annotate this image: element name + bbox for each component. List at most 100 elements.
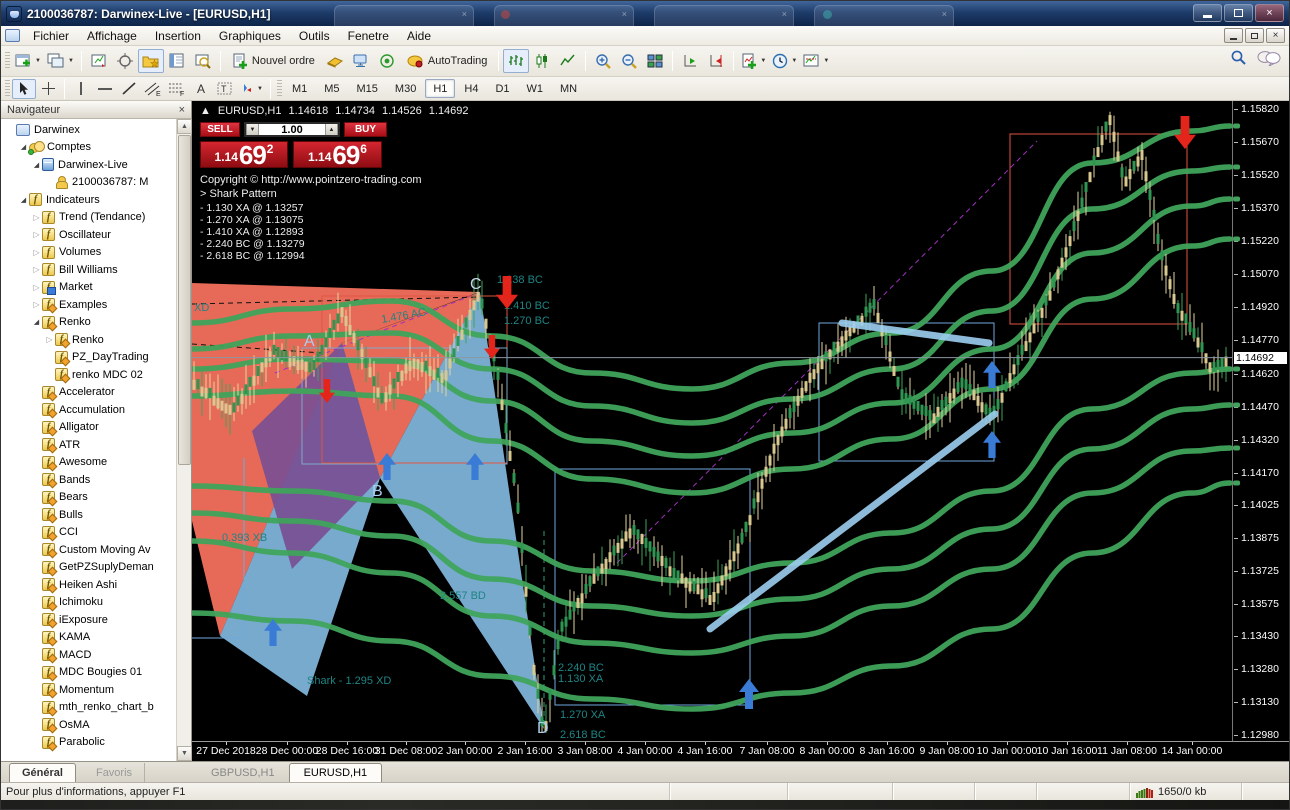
new-chart-button[interactable]: ▼ [12, 49, 44, 73]
autotrading-button[interactable]: AutoTrading [400, 49, 495, 73]
expanded-icon[interactable]: ◢ [18, 196, 29, 204]
tree-item-mth-renko-chart-b[interactable]: fmth_renko_chart_b [1, 699, 191, 717]
tree-item-renko[interactable]: ▷fRenko [1, 331, 191, 349]
tree-item-volumes[interactable]: ▷fVolumes [1, 244, 191, 262]
tree-item-awesome[interactable]: fAwesome [1, 454, 191, 472]
tree-item-ichimoku[interactable]: fIchimoku [1, 594, 191, 612]
time-axis[interactable]: 27 Dec 201828 Dec 00:0028 Dec 16:0031 De… [192, 741, 1289, 761]
tree-item-examples[interactable]: ▷fExamples [1, 296, 191, 314]
child-restore-button[interactable] [1245, 28, 1264, 43]
chart-canvas[interactable]: 1.476 AC0.393 XBShark - 1.295 XD2.557 BD… [192, 101, 1232, 741]
tree-item-comptes[interactable]: ◢Comptes [1, 139, 191, 157]
navigator-scrollbar[interactable]: ▲ ▼ [176, 119, 191, 761]
scroll-down-icon[interactable]: ▼ [177, 746, 192, 761]
menu-item-graphiques[interactable]: Graphiques [210, 28, 290, 44]
data-window-button[interactable] [164, 49, 190, 73]
cursor-tool-button[interactable] [12, 79, 36, 99]
chart-tab-gbpusd-h1[interactable]: GBPUSD,H1 [197, 763, 289, 782]
tree-item-heiken-ashi[interactable]: fHeiken Ashi [1, 576, 191, 594]
tree-item-market[interactable]: ▷fMarket [1, 279, 191, 297]
volume-up-icon[interactable]: ▲ [325, 124, 338, 135]
navigator-close-icon[interactable]: × [179, 104, 185, 116]
child-close-button[interactable]: × [1266, 28, 1285, 43]
volume-value[interactable]: 1.00 [259, 124, 325, 135]
text-tool-button[interactable]: A [189, 79, 213, 99]
navigator-tab-g-n-ral[interactable]: Général [9, 763, 76, 782]
buy-button[interactable]: BUY [344, 122, 387, 137]
tree-item-cci[interactable]: fCCI [1, 524, 191, 542]
collapsed-icon[interactable]: ▷ [31, 230, 42, 239]
timeframe-mn[interactable]: MN [552, 79, 585, 98]
maximize-button[interactable] [1224, 4, 1253, 22]
tree-item-atr[interactable]: fATR [1, 436, 191, 454]
timeframe-m1[interactable]: M1 [284, 79, 315, 98]
chart-menu-icon[interactable] [5, 29, 20, 42]
chart-shift-button[interactable] [703, 49, 729, 73]
tree-item-custom-moving-av[interactable]: fCustom Moving Av [1, 541, 191, 559]
bar-chart-mode-button[interactable] [503, 49, 529, 73]
collapsed-icon[interactable]: ▷ [31, 300, 42, 309]
text-label-tool-button[interactable]: T [213, 79, 237, 99]
search-icon[interactable] [1230, 49, 1247, 66]
close-button[interactable]: × [1255, 4, 1284, 22]
collapsed-icon[interactable]: ▷ [31, 265, 42, 274]
tree-item-renko-mdc-02[interactable]: frenko MDC 02 [1, 366, 191, 384]
timeframe-d1[interactable]: D1 [487, 79, 517, 98]
timeframe-m5[interactable]: M5 [316, 79, 347, 98]
navigator-toggle-button[interactable]: ★ [138, 49, 164, 73]
collapsed-icon[interactable]: ▷ [31, 213, 42, 222]
indicators-button[interactable]: ▼ [738, 49, 769, 73]
trendline-tool-button[interactable] [117, 79, 141, 99]
tick-chart-button[interactable] [86, 49, 112, 73]
tree-item-indicateurs[interactable]: ◢fIndicateurs [1, 191, 191, 209]
navigator-header[interactable]: Navigateur × [1, 101, 191, 119]
zoom-in-button[interactable] [590, 49, 616, 73]
tree-item-parabolic[interactable]: fParabolic [1, 734, 191, 752]
volume-down-icon[interactable]: ▼ [246, 124, 259, 135]
tree-item-bears[interactable]: fBears [1, 489, 191, 507]
tree-item-bands[interactable]: fBands [1, 471, 191, 489]
profiles-button[interactable]: ▼ [44, 49, 77, 73]
tree-item-getpzsuplydeman[interactable]: fGetPZSuplyDeman [1, 559, 191, 577]
tree-item-bulls[interactable]: fBulls [1, 506, 191, 524]
timeframe-m15[interactable]: M15 [349, 79, 386, 98]
chart-plot-area[interactable]: 1.476 AC0.393 XBShark - 1.295 XD2.557 BD… [192, 101, 1232, 741]
templates-button[interactable]: ▼ [800, 49, 832, 73]
price-axis[interactable]: 1.158201.156701.155201.153701.152201.150… [1232, 101, 1289, 741]
tree-item-momentum[interactable]: fMomentum [1, 681, 191, 699]
menu-item-fenetre[interactable]: Fenetre [339, 28, 398, 44]
menu-item-aide[interactable]: Aide [398, 28, 440, 44]
timeframe-w1[interactable]: W1 [519, 79, 552, 98]
menu-item-affichage[interactable]: Affichage [78, 28, 146, 44]
buy-price-panel[interactable]: 1.14696 [293, 141, 382, 168]
timeframe-m30[interactable]: M30 [387, 79, 424, 98]
tree-item-renko[interactable]: ◢fRenko [1, 314, 191, 332]
tree-item-iexposure[interactable]: fiExposure [1, 611, 191, 629]
menu-item-insertion[interactable]: Insertion [146, 28, 210, 44]
expert-advisors-button[interactable] [374, 49, 400, 73]
tree-item-2100036787-m[interactable]: 2100036787: M [1, 174, 191, 192]
child-minimize-button[interactable] [1224, 28, 1243, 43]
timeframe-h1[interactable]: H1 [425, 79, 455, 98]
sell-button[interactable]: SELL [200, 122, 240, 137]
arrows-tool-button[interactable]: ▼ [237, 79, 266, 99]
vertical-line-tool-button[interactable] [69, 79, 93, 99]
tree-item-bill-williams[interactable]: ▷fBill Williams [1, 261, 191, 279]
auto-scroll-button[interactable] [677, 49, 703, 73]
menu-item-fichier[interactable]: Fichier [24, 28, 78, 44]
chart-tab-eurusd-h1[interactable]: EURUSD,H1 [289, 763, 383, 782]
timeframe-h4[interactable]: H4 [456, 79, 486, 98]
tree-item-pz-daytrading[interactable]: fPZ_DayTrading [1, 349, 191, 367]
menu-item-outils[interactable]: Outils [290, 28, 339, 44]
channel-tool-button[interactable]: E [141, 79, 165, 99]
tree-item-darwinex-live[interactable]: ◢Darwinex-Live [1, 156, 191, 174]
strategy-tester-button[interactable] [190, 49, 216, 73]
crosshair-target-button[interactable] [112, 49, 138, 73]
horizontal-line-tool-button[interactable] [93, 79, 117, 99]
collapsed-icon[interactable]: ▷ [31, 248, 42, 257]
tree-item-accelerator[interactable]: fAccelerator [1, 384, 191, 402]
expanded-icon[interactable]: ◢ [31, 161, 42, 169]
periods-button[interactable]: ▼ [769, 49, 800, 73]
toolbar-grip[interactable] [277, 80, 282, 98]
title-bar[interactable]: × × × × 2100036787: Darwinex-Live - [EUR… [1, 1, 1289, 26]
